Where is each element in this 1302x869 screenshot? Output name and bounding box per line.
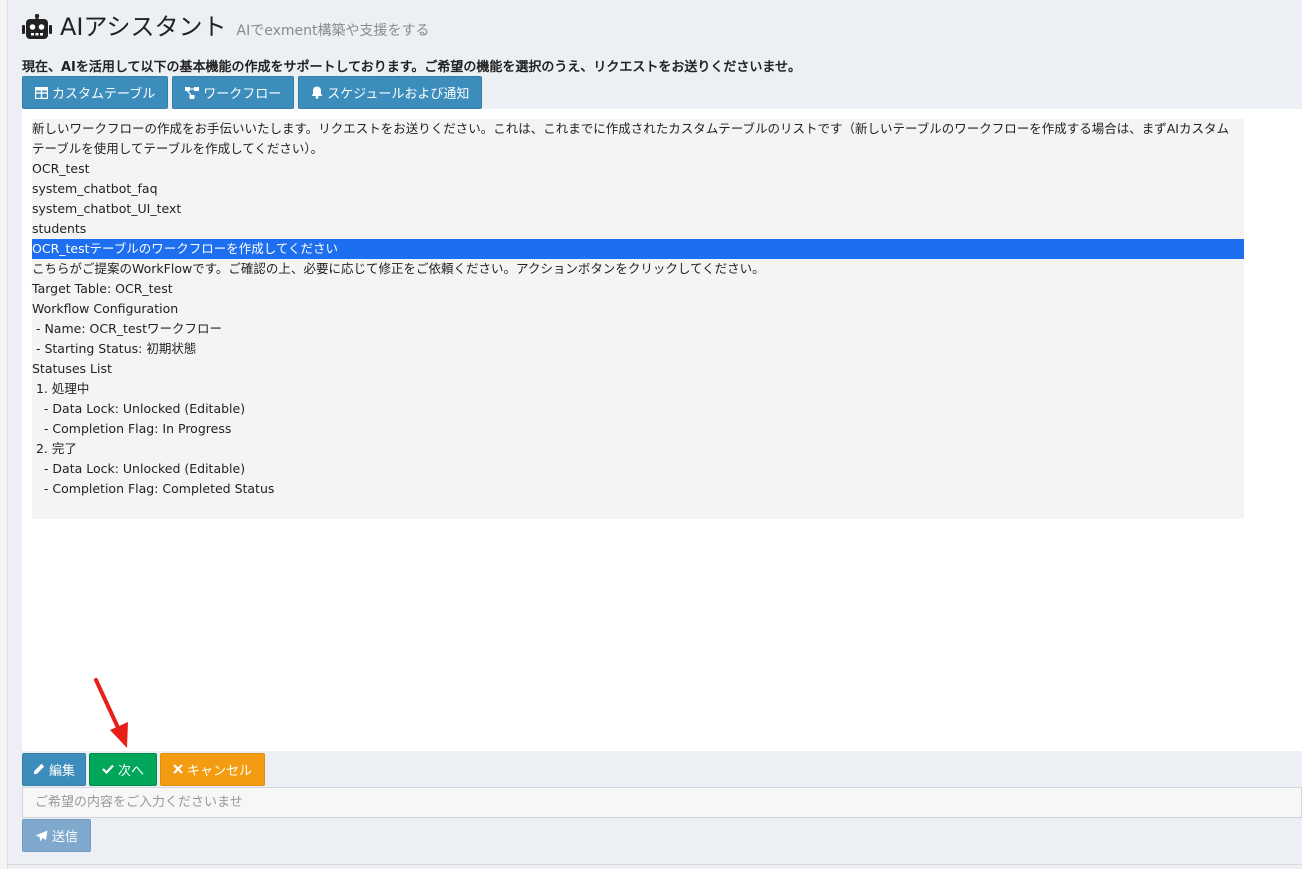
next-button-label: 次へ xyxy=(118,763,145,779)
bell-icon xyxy=(311,86,323,99)
table-list-item: OCR_test xyxy=(32,161,90,176)
robot-icon xyxy=(22,14,52,39)
user-request-message: OCR_testテーブルのワークフローを作成してください xyxy=(32,239,1244,259)
table-list-item: students xyxy=(32,221,87,236)
bottom-divider xyxy=(7,864,1302,865)
edit-button[interactable]: 編集 xyxy=(22,752,87,786)
cancel-button-label: キャンセル xyxy=(187,763,253,779)
workflow-detail-line: - Starting Status: 初期状態 xyxy=(32,341,197,356)
send-row: 送信 xyxy=(22,819,92,852)
request-input[interactable] xyxy=(23,788,1301,817)
edit-button-label: 編集 xyxy=(49,763,76,779)
send-button-label: 送信 xyxy=(52,830,79,845)
check-icon xyxy=(102,764,114,774)
custom-table-button[interactable]: カスタムテーブル xyxy=(22,76,169,109)
workflow-detail-line: Workflow Configuration xyxy=(32,301,179,316)
send-button[interactable]: 送信 xyxy=(22,819,92,852)
pencil-icon xyxy=(33,763,45,775)
request-input-row xyxy=(22,787,1302,818)
cancel-button[interactable]: キャンセル xyxy=(160,752,266,786)
workflow-detail-line: - Completion Flag: In Progress xyxy=(32,421,232,436)
page-title: AIアシスタント xyxy=(60,13,227,41)
workflow-detail-line: 1. 処理中 xyxy=(32,381,90,396)
workflow-detail-line: - Completion Flag: Completed Status xyxy=(32,481,275,496)
table-list-item: system_chatbot_UI_text xyxy=(32,201,182,216)
workflow-detail-line: 2. 完了 xyxy=(32,441,77,456)
chat-message-intro: 新しいワークフローの作成をお手伝いいたします。リクエストをお送りください。これは… xyxy=(32,121,1229,156)
workflow-detail-line: - Data Lock: Unlocked (Editable) xyxy=(32,401,246,416)
table-list-item: system_chatbot_faq xyxy=(32,181,158,196)
workflow-detail-line: Target Table: OCR_test xyxy=(32,281,173,296)
schedule-notification-button-label: スケジュールおよび通知 xyxy=(327,87,470,102)
chat-history: 新しいワークフローの作成をお手伝いいたします。リクエストをお送りください。これは… xyxy=(32,119,1244,519)
action-button-bar: 編集 次へ キャンセル xyxy=(22,751,1302,787)
chat-panel: 新しいワークフローの作成をお手伝いいたします。リクエストをお送りください。これは… xyxy=(22,109,1302,751)
next-button[interactable]: 次へ xyxy=(89,752,158,786)
close-icon xyxy=(173,764,183,774)
left-edge-strip xyxy=(0,0,8,869)
paper-plane-icon xyxy=(35,830,48,841)
annotation-arrow-icon xyxy=(94,678,128,748)
workflow-detail-line: Statuses List xyxy=(32,361,112,376)
custom-table-button-label: カスタムテーブル xyxy=(52,87,156,102)
workflow-detail-line: - Data Lock: Unlocked (Editable) xyxy=(32,461,246,476)
workflow-icon xyxy=(185,86,200,99)
schedule-notification-button[interactable]: スケジュールおよび通知 xyxy=(298,76,483,109)
workflow-button[interactable]: ワークフロー xyxy=(172,76,295,109)
workflow-detail-line: - Name: OCR_testワークフロー xyxy=(32,321,223,336)
page-subtitle: AIでexment構築や支援をする xyxy=(236,23,430,39)
table-icon xyxy=(35,86,48,99)
feature-notice: 現在、AIを活用して以下の基本機能の作成をサポートしております。ご希望の機能を選… xyxy=(22,60,802,75)
function-button-group: カスタムテーブル ワークフロー スケジュールおよび通知 xyxy=(22,76,483,109)
workflow-button-label: ワークフロー xyxy=(203,87,282,102)
chat-message-proposal: こちらがご提案のWorkFlowです。ご確認の上、必要に応じて修正をご依頼くださ… xyxy=(32,261,765,276)
page-header: AIアシスタント AIでexment構築や支援をする xyxy=(22,10,430,44)
